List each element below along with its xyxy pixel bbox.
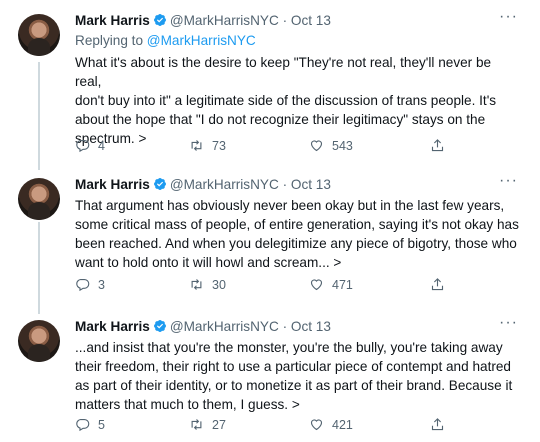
reply-icon xyxy=(76,278,90,292)
tweet-text-line: ...and insist that you're the monster, y… xyxy=(75,340,503,355)
tweet-header: Mark Harris @MarkHarrisNYC · Oct 13 xyxy=(75,13,331,28)
tweet-text: What it's about is the desire to keep "T… xyxy=(75,53,520,148)
tweet-actions: 3 30 471 xyxy=(75,277,475,297)
author-name[interactable]: Mark Harris xyxy=(75,319,150,334)
like-button[interactable]: 543 xyxy=(309,138,353,153)
retweet-count: 30 xyxy=(212,277,226,292)
reply-count: 5 xyxy=(98,417,105,432)
verified-badge-icon xyxy=(153,178,166,190)
share-button[interactable] xyxy=(430,417,453,432)
share-icon xyxy=(431,139,444,152)
retweet-button[interactable]: 27 xyxy=(189,417,226,432)
separator-dot: · xyxy=(282,177,288,192)
tweet-text-line: as part of their identity, or to monetiz… xyxy=(75,378,513,393)
reply-button[interactable]: 3 xyxy=(75,277,105,292)
tweet-text-line: about the hope that "I do not recognize … xyxy=(75,112,486,127)
avatar[interactable] xyxy=(18,178,60,220)
tweet-text-line: matters that much to them, I guess. > xyxy=(75,397,300,412)
like-button[interactable]: 421 xyxy=(309,417,353,432)
heart-icon xyxy=(310,419,323,431)
reply-button[interactable]: 5 xyxy=(75,417,105,432)
retweet-icon xyxy=(191,279,202,290)
like-count: 543 xyxy=(332,138,353,153)
like-button[interactable]: 471 xyxy=(309,277,353,292)
author-name[interactable]: Mark Harris xyxy=(75,13,150,28)
tweet-text-line: want to hold onto it will howl and screa… xyxy=(75,255,342,270)
share-icon xyxy=(431,418,444,431)
retweet-icon xyxy=(191,419,202,430)
tweet-actions: 5 27 421 xyxy=(75,417,475,437)
author-handle[interactable]: @MarkHarrisNYC xyxy=(170,13,279,28)
share-button[interactable] xyxy=(430,138,453,153)
thread-line xyxy=(38,62,40,170)
heart-icon xyxy=(310,140,323,152)
author-handle[interactable]: @MarkHarrisNYC xyxy=(170,319,279,334)
verified-badge-icon xyxy=(153,14,166,26)
share-button[interactable] xyxy=(430,277,453,292)
tweet-text-line: don't buy into it" a legitimate side of … xyxy=(75,93,497,108)
replying-to-handle[interactable]: @MarkHarrisNYC xyxy=(147,33,256,48)
tweet-text-line: That argument has obviously never been o… xyxy=(75,198,505,213)
avatar[interactable] xyxy=(18,320,60,362)
reply-count: 4 xyxy=(98,138,105,153)
tweet-text-line: some critical mass of people, of entire … xyxy=(75,217,519,232)
separator-dot: · xyxy=(282,319,288,334)
retweet-button[interactable]: 73 xyxy=(189,138,226,153)
avatar[interactable] xyxy=(18,14,60,56)
retweet-button[interactable]: 30 xyxy=(189,277,226,292)
like-count: 471 xyxy=(332,277,353,292)
replying-to: Replying to @MarkHarrisNYC xyxy=(75,33,256,48)
more-options-icon[interactable]: ··· xyxy=(499,8,518,26)
heart-icon xyxy=(310,279,323,291)
more-options-icon[interactable]: ··· xyxy=(499,314,518,332)
replying-to-label: Replying to xyxy=(75,33,147,48)
verified-badge-icon xyxy=(153,320,166,332)
reply-icon xyxy=(76,418,90,432)
tweet-actions: 4 73 543 xyxy=(75,138,475,158)
tweet-header: Mark Harris @MarkHarrisNYC · Oct 13 xyxy=(75,319,331,334)
like-count: 421 xyxy=(332,417,353,432)
share-icon xyxy=(431,278,444,291)
tweet-text-line: What it's about is the desire to keep "T… xyxy=(75,55,492,89)
author-handle[interactable]: @MarkHarrisNYC xyxy=(170,177,279,192)
separator-dot: · xyxy=(282,13,288,28)
reply-button[interactable]: 4 xyxy=(75,138,105,153)
retweet-icon xyxy=(191,140,202,151)
tweet-text-line: their freedom, their right to use a part… xyxy=(75,359,511,374)
tweet-date[interactable]: Oct 13 xyxy=(291,177,331,192)
more-options-icon[interactable]: ··· xyxy=(499,172,518,190)
tweet-text-line: been reached. And when you delegitimize … xyxy=(75,236,517,251)
tweet-date[interactable]: Oct 13 xyxy=(291,13,331,28)
reply-icon xyxy=(76,139,90,153)
retweet-count: 73 xyxy=(212,138,226,153)
tweet-text: ...and insist that you're the monster, y… xyxy=(75,338,520,414)
tweet-date[interactable]: Oct 13 xyxy=(291,319,331,334)
author-name[interactable]: Mark Harris xyxy=(75,177,150,192)
tweet-header: Mark Harris @MarkHarrisNYC · Oct 13 xyxy=(75,177,331,192)
tweet-text: That argument has obviously never been o… xyxy=(75,196,520,272)
reply-count: 3 xyxy=(98,277,105,292)
retweet-count: 27 xyxy=(212,417,226,432)
thread-line xyxy=(38,222,40,314)
